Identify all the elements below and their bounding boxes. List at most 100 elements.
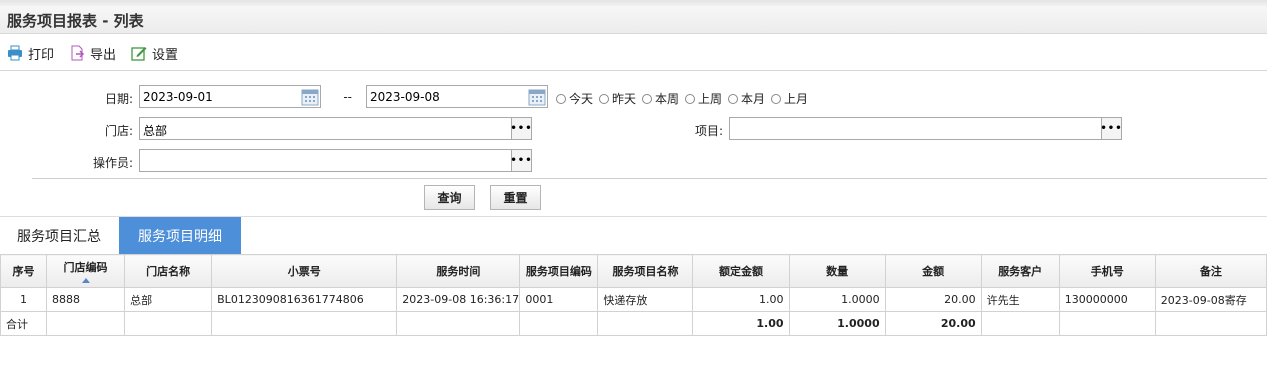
radio-this-month[interactable]: 本月 bbox=[728, 90, 765, 107]
table-header-row: 序号 门店编码 门店名称 小票号 服务时间 服务项目编码 服务项目名称 额定金额… bbox=[0, 254, 1267, 288]
date-from-value: 2023-09-01 bbox=[143, 90, 213, 104]
table-cell: BL0123090816361774806 bbox=[211, 287, 398, 312]
table-cell bbox=[597, 311, 694, 336]
total-amount: 20.00 bbox=[884, 311, 982, 336]
col-header[interactable]: 手机号 bbox=[1058, 254, 1156, 288]
table-cell: 130000000 bbox=[1058, 287, 1156, 312]
radio-circle[interactable] bbox=[556, 93, 566, 104]
item-label: 项目: bbox=[694, 124, 723, 138]
col-header-label: 小票号 bbox=[287, 265, 321, 278]
col-header-sorted[interactable]: 门店编码 bbox=[46, 254, 126, 288]
col-header-label: 序号 bbox=[12, 265, 35, 278]
date-from-input[interactable]: 2023-09-01 bbox=[139, 85, 321, 108]
radio-circle[interactable] bbox=[642, 93, 652, 104]
store-input[interactable]: 总部 ••• bbox=[139, 117, 532, 140]
radio-this-week[interactable]: 本周 bbox=[642, 90, 679, 107]
radio-yesterday[interactable]: 昨天 bbox=[599, 90, 636, 107]
col-header[interactable]: 序号 bbox=[0, 254, 48, 288]
print-button[interactable]: 打印 bbox=[7, 43, 54, 63]
col-header-label: 门店编码 bbox=[63, 261, 108, 274]
export-button[interactable]: 导出 bbox=[69, 43, 116, 63]
col-header[interactable]: 服务项目名称 bbox=[597, 254, 694, 288]
col-header-label: 门店名称 bbox=[146, 265, 191, 278]
radio-circle[interactable] bbox=[599, 93, 609, 104]
table-cell: 2023-09-08寄存 bbox=[1154, 287, 1267, 312]
table-cell bbox=[396, 311, 521, 336]
settings-label: 设置 bbox=[152, 47, 179, 63]
radio-label: 本周 bbox=[655, 92, 680, 106]
table-cell: 0001 bbox=[519, 287, 599, 312]
table-cell bbox=[124, 311, 213, 336]
query-button[interactable]: 查询 bbox=[424, 185, 475, 210]
settings-button[interactable]: 设置 bbox=[131, 43, 178, 63]
col-header-label: 金额 bbox=[922, 265, 945, 278]
col-header[interactable]: 金额 bbox=[884, 254, 982, 288]
col-header-label: 服务项目编码 bbox=[525, 265, 592, 278]
item-more-button[interactable]: ••• bbox=[1100, 118, 1122, 139]
col-header[interactable]: 服务客户 bbox=[980, 254, 1060, 288]
col-header-label: 服务客户 bbox=[998, 265, 1043, 278]
col-header[interactable]: 门店名称 bbox=[124, 254, 213, 288]
col-header-label: 服务项目名称 bbox=[612, 265, 679, 278]
item-input[interactable]: ••• bbox=[729, 117, 1122, 140]
table-row[interactable]: 1 8888 总部 BL0123090816361774806 2023-09-… bbox=[0, 287, 1267, 312]
page-title: 服务项目报表 - 列表 bbox=[7, 12, 144, 30]
table-cell: 20.00 bbox=[884, 287, 982, 312]
store-label: 门店: bbox=[104, 124, 133, 138]
col-header[interactable]: 服务项目编码 bbox=[519, 254, 599, 288]
radio-last-week[interactable]: 上周 bbox=[685, 90, 722, 107]
edit-settings-icon bbox=[131, 47, 147, 61]
table-cell bbox=[1154, 311, 1267, 336]
table-cell: 1.0000 bbox=[788, 287, 886, 312]
toolbar: 打印 导出 设置 bbox=[0, 35, 1267, 71]
date-to-input[interactable]: 2023-09-08 bbox=[366, 85, 548, 108]
col-header[interactable]: 服务时间 bbox=[396, 254, 521, 288]
col-header[interactable]: 额定金额 bbox=[692, 254, 790, 288]
operator-input[interactable]: ••• bbox=[139, 149, 532, 172]
table-cell: 1.00 bbox=[692, 287, 790, 312]
sort-ascending-icon bbox=[81, 278, 90, 283]
printer-icon bbox=[8, 45, 22, 61]
title-bar: 服务项目报表 - 列表 bbox=[0, 6, 1267, 34]
col-header[interactable]: 小票号 bbox=[211, 254, 398, 288]
print-label: 打印 bbox=[28, 47, 55, 63]
table-cell: 快递存放 bbox=[597, 287, 694, 312]
radio-circle[interactable] bbox=[771, 93, 781, 104]
table-cell bbox=[46, 311, 126, 336]
radio-label: 今天 bbox=[569, 92, 594, 106]
col-header[interactable]: 备注 bbox=[1154, 254, 1267, 288]
calendar-icon[interactable] bbox=[300, 87, 320, 108]
table-cell bbox=[980, 311, 1060, 336]
col-header-label: 服务时间 bbox=[436, 265, 481, 278]
total-quantity: 1.0000 bbox=[788, 311, 886, 336]
radio-label: 昨天 bbox=[612, 92, 637, 106]
export-icon bbox=[71, 45, 85, 61]
radio-circle[interactable] bbox=[685, 93, 695, 104]
radio-last-month[interactable]: 上月 bbox=[771, 90, 808, 107]
table-cell: 1 bbox=[0, 287, 48, 312]
col-header-label: 额定金额 bbox=[719, 265, 764, 278]
radio-label: 上周 bbox=[698, 92, 723, 106]
filter-divider bbox=[32, 178, 1267, 179]
calendar-icon[interactable] bbox=[527, 87, 547, 108]
col-header[interactable]: 数量 bbox=[788, 254, 886, 288]
col-header-label: 备注 bbox=[1199, 265, 1222, 278]
operator-more-button[interactable]: ••• bbox=[510, 150, 532, 171]
reset-button[interactable]: 重置 bbox=[490, 185, 541, 210]
table-cell bbox=[211, 311, 398, 336]
date-label: 日期: bbox=[104, 92, 133, 106]
table-cell: 总部 bbox=[124, 287, 213, 312]
col-header-label: 数量 bbox=[826, 265, 849, 278]
table-cell: 许先生 bbox=[980, 287, 1060, 312]
table-cell: 2023-09-08 16:36:17 bbox=[396, 287, 521, 312]
radio-today[interactable]: 今天 bbox=[556, 90, 593, 107]
tab-bar: 服务项目汇总 服务项目明细 bbox=[0, 216, 1267, 254]
tab-service-summary[interactable]: 服务项目汇总 bbox=[0, 217, 118, 254]
store-more-button[interactable]: ••• bbox=[510, 118, 532, 139]
date-to-value: 2023-09-08 bbox=[370, 90, 440, 104]
tab-service-detail[interactable]: 服务项目明细 bbox=[119, 217, 241, 254]
radio-circle[interactable] bbox=[728, 93, 738, 104]
date-separator: -- bbox=[343, 90, 352, 104]
store-value: 总部 bbox=[143, 124, 168, 138]
table-cell bbox=[1058, 311, 1156, 336]
